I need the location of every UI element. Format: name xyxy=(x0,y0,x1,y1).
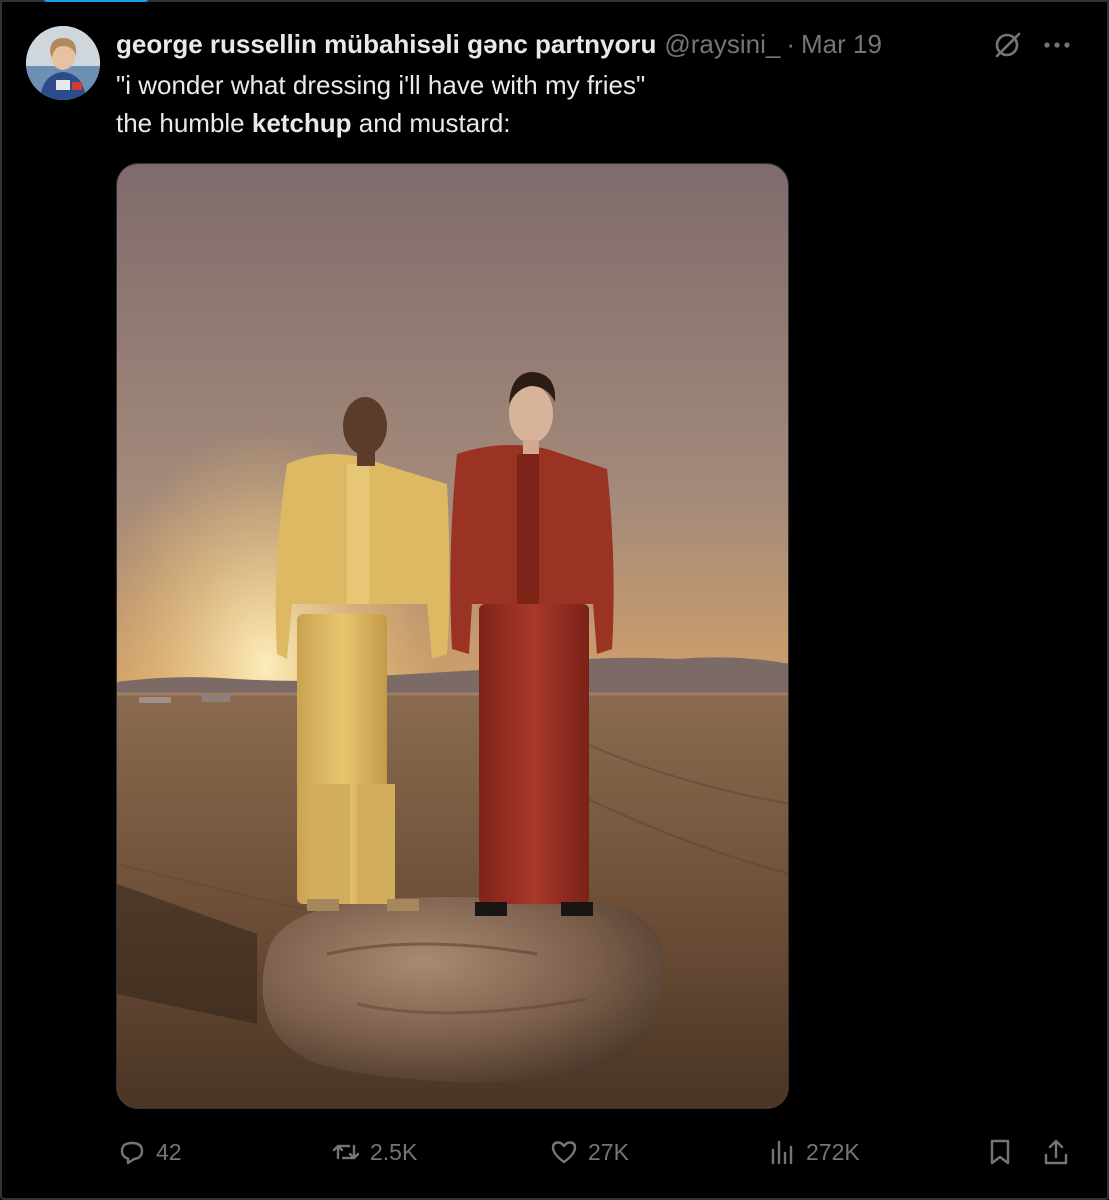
views-icon xyxy=(771,1140,793,1165)
tweet-action-bar: 42 2.5K 27K 272K xyxy=(0,1130,1109,1174)
bookmark-button[interactable] xyxy=(984,1130,1016,1174)
retweet-count: 2.5K xyxy=(370,1138,418,1165)
tweet-header: george russellin mübahisəli gənc partnyo… xyxy=(116,27,882,61)
share-icon xyxy=(1044,1139,1068,1165)
retweet-button[interactable]: 2.5K xyxy=(330,1130,417,1174)
text-pre: the humble xyxy=(116,108,252,138)
like-button[interactable]: 27K xyxy=(548,1130,629,1174)
tweet-text-line-2: the humble ketchup and mustard: xyxy=(116,104,645,142)
text-bold: ketchup xyxy=(251,108,352,138)
display-name[interactable]: george russellin mübahisəli gənc partnyo… xyxy=(116,29,656,60)
grok-icon[interactable] xyxy=(990,28,1024,62)
tweet-text-line-1: "i wonder what dressing i'll have with m… xyxy=(116,70,646,100)
views-button[interactable]: 272K xyxy=(766,1130,860,1174)
text-post: and mustard: xyxy=(351,108,511,138)
like-count: 27K xyxy=(588,1138,629,1165)
top-accent-bar xyxy=(44,0,148,2)
avatar-image xyxy=(26,26,100,100)
photo xyxy=(117,164,788,1108)
bookmark-icon xyxy=(990,1139,1010,1165)
like-icon xyxy=(551,1141,577,1164)
separator-dot: · xyxy=(786,28,796,59)
retweet-icon xyxy=(332,1144,360,1160)
tweet-media-image[interactable] xyxy=(116,163,789,1109)
tweet-text: "i wonder what dressing i'll have with m… xyxy=(116,66,645,142)
tweet-date[interactable]: Mar 19 xyxy=(801,29,882,60)
avatar[interactable] xyxy=(26,26,100,100)
share-button[interactable] xyxy=(1040,1130,1072,1174)
reply-button[interactable]: 42 xyxy=(116,1130,182,1174)
reply-count: 42 xyxy=(156,1138,182,1165)
user-handle[interactable]: @raysini_ xyxy=(664,29,780,60)
more-icon[interactable] xyxy=(1040,28,1074,62)
views-count: 272K xyxy=(806,1138,860,1165)
reply-icon xyxy=(120,1141,144,1165)
